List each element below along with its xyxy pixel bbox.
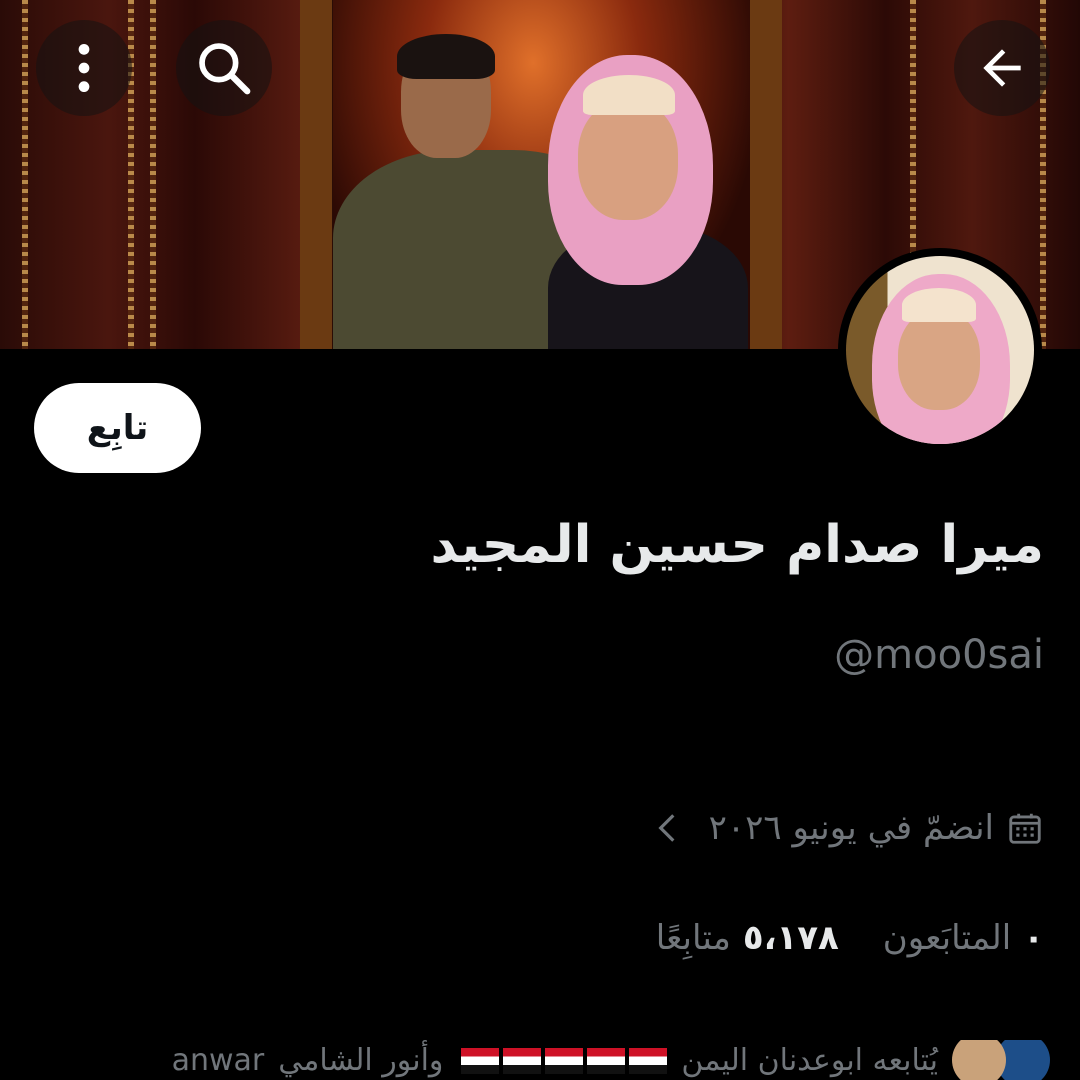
arrow-left-icon (983, 49, 1021, 87)
search-button[interactable] (176, 20, 272, 116)
joined-text: انضمّ في يونيو ٢٠٢٦ (708, 808, 994, 848)
following-count: ٠ (1023, 918, 1044, 958)
profile-avatar[interactable] (838, 248, 1042, 452)
followed-by-second: وأنور الشامي (278, 1042, 444, 1078)
more-options-button[interactable] (36, 20, 132, 116)
followers-count: ٥،١٧٨ (742, 918, 839, 958)
banner-decoration (150, 0, 156, 349)
followers-stat[interactable]: ٥،١٧٨ متابِعًا (656, 918, 839, 958)
followed-by-row[interactable]: يُتابعه ابوعدنان اليمن وأنور الشامي anwa… (40, 1040, 1050, 1080)
follow-button[interactable]: تابِع (34, 383, 201, 473)
user-handle: @moo0sai (834, 632, 1044, 678)
banner-decoration (22, 0, 28, 349)
followed-by-text: يُتابعه ابوعدنان اليمن (681, 1042, 938, 1078)
follow-stats: ٠ المتابَعون ٥،١٧٨ متابِعًا (656, 918, 1044, 958)
more-vertical-icon (78, 43, 90, 93)
display-name: ميرا صدام حسين المجيد (430, 515, 1045, 575)
banner-photo (333, 0, 750, 349)
avatar (952, 1040, 1006, 1080)
following-stat[interactable]: ٠ المتابَعون (883, 918, 1044, 958)
back-button[interactable] (954, 20, 1050, 116)
calendar-icon (1009, 813, 1041, 844)
joined-date-row[interactable]: انضمّ في يونيو ٢٠٢٦ (655, 808, 1044, 848)
following-label: المتابَعون (882, 918, 1012, 958)
search-icon (199, 43, 251, 95)
followed-by-third: anwar (171, 1042, 265, 1078)
chevron-left-icon (658, 814, 675, 842)
followers-label: متابِعًا (655, 918, 731, 958)
flags (457, 1043, 668, 1078)
